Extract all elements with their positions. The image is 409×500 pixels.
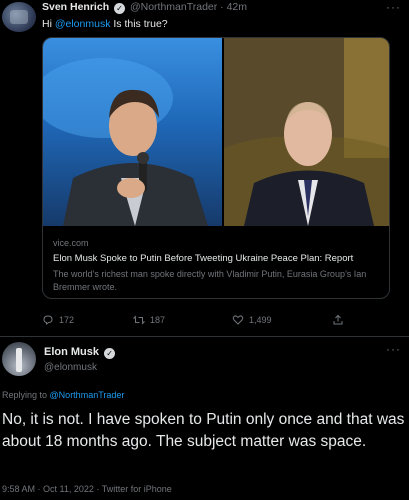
- author-name[interactable]: Sven Henrich: [42, 1, 109, 13]
- reply-icon: [43, 315, 53, 325]
- replying-to: Replying to @NorthmanTrader: [2, 390, 124, 400]
- mention-link[interactable]: @elonmusk: [55, 18, 111, 30]
- tweet-timestamp[interactable]: 9:58 AM · Oct 11, 2022 · Twitter for iPh…: [2, 484, 172, 494]
- link-card-image-left: [43, 38, 222, 226]
- tweet-actions: 172 187 1,499: [42, 314, 362, 330]
- reply-count: 172: [59, 315, 75, 325]
- verified-badge-icon: ✓: [114, 3, 126, 14]
- share-button[interactable]: [332, 314, 344, 326]
- main-tweet-author: Elon Musk ✓: [44, 346, 117, 359]
- link-card-image-right: [224, 38, 389, 226]
- like-count: 1,499: [249, 315, 272, 325]
- link-card-domain: vice.com: [53, 238, 89, 248]
- quoted-tweet[interactable]: Sven Henrich ✓ @NorthmanTrader · 42m ···…: [0, 0, 409, 336]
- link-card[interactable]: vice.com Elon Musk Spoke to Putin Before…: [42, 37, 390, 299]
- tweet-time[interactable]: 42m: [227, 1, 247, 13]
- divider: [0, 336, 409, 337]
- author-name[interactable]: Elon Musk: [44, 346, 99, 358]
- text-prefix: Hi: [42, 18, 52, 30]
- like-button[interactable]: 1,499: [232, 314, 272, 326]
- reply-button[interactable]: 172: [42, 314, 74, 326]
- time-separator: ·: [220, 1, 224, 13]
- more-icon[interactable]: ···: [386, 0, 401, 14]
- retweet-icon: [133, 315, 145, 325]
- share-icon: [333, 314, 343, 325]
- main-tweet-text: No, it is not. I have spoken to Putin on…: [2, 411, 405, 450]
- replying-prefix: Replying to: [2, 390, 48, 400]
- text-suffix: Is this true?: [113, 18, 168, 30]
- avatar[interactable]: [2, 342, 36, 376]
- link-card-description: The world’s richest man spoke directly w…: [53, 269, 367, 292]
- author-handle[interactable]: @NorthmanTrader: [130, 1, 217, 13]
- retweet-button[interactable]: 187: [133, 314, 165, 326]
- verified-badge-icon: ✓: [104, 348, 116, 359]
- link-card-title: Elon Musk Spoke to Putin Before Tweeting…: [53, 253, 354, 264]
- quoted-tweet-text: Hi @elonmusk Is this true?: [42, 18, 168, 30]
- avatar[interactable]: [2, 2, 36, 32]
- quoted-tweet-header: Sven Henrich ✓ @NorthmanTrader · 42m: [42, 1, 247, 14]
- more-icon[interactable]: ···: [386, 342, 401, 356]
- like-icon: [232, 315, 244, 325]
- replying-mention-link[interactable]: @NorthmanTrader: [50, 390, 125, 400]
- author-handle[interactable]: @elonmusk: [44, 362, 97, 373]
- retweet-count: 187: [150, 315, 166, 325]
